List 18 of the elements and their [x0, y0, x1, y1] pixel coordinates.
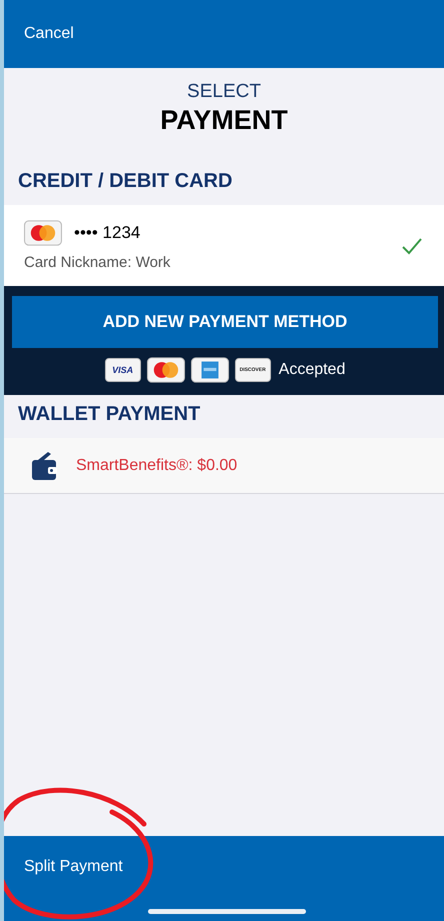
accepted-label: Accepted	[278, 361, 346, 379]
split-payment-button[interactable]: Split Payment	[20, 854, 127, 880]
cancel-button[interactable]: Cancel	[20, 21, 78, 47]
mastercard-logo-icon	[24, 220, 62, 246]
card-number: •••• 1234	[74, 223, 140, 243]
wallet-balance: SmartBenefits®: $0.00	[76, 456, 238, 474]
saved-card-row[interactable]: •••• 1234 Card Nickname: Work	[4, 205, 444, 286]
mastercard-logo-icon	[146, 357, 185, 383]
wallet-icon	[30, 450, 58, 482]
wallet-row[interactable]: SmartBenefits®: $0.00	[4, 438, 444, 494]
section-heading: WALLET PAYMENT	[17, 402, 202, 427]
add-payment-button[interactable]: ADD NEW PAYMENT METHOD	[12, 296, 438, 348]
amex-logo-icon	[190, 357, 229, 383]
visa-logo: VISA	[104, 358, 141, 382]
page-title-small: SELECT	[187, 81, 261, 103]
page-title: PAYMENT	[160, 105, 288, 136]
card-nickname: Card Nickname: Work	[24, 254, 170, 271]
section-heading: CREDIT / DEBIT CARD	[17, 169, 234, 194]
